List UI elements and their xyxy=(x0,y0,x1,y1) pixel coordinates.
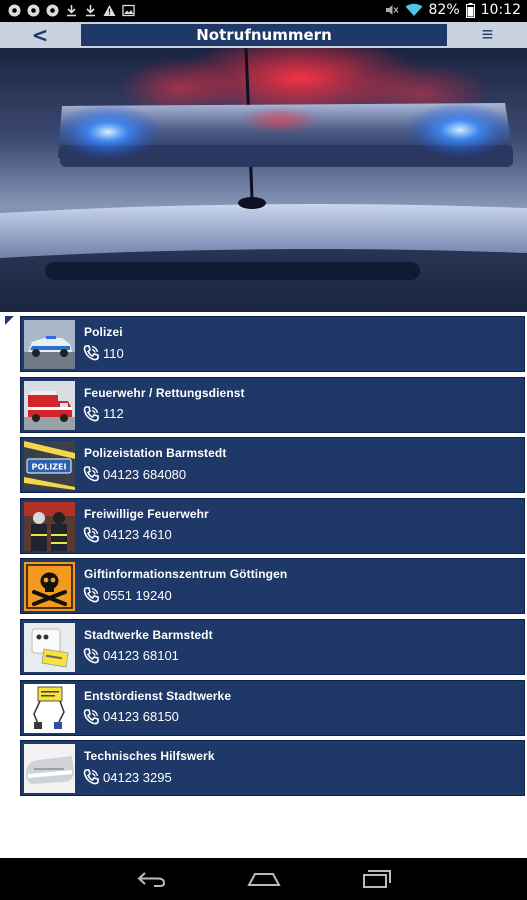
list-item-feuerwehr-rettungsdienst[interactable]: Feuerwehr / Rettungsdienst 112 xyxy=(20,376,525,433)
contact-phone: 04123 4610 xyxy=(81,524,172,546)
contact-number: 112 xyxy=(103,406,124,422)
nav-home-button[interactable] xyxy=(244,868,284,890)
contact-name: Polizeistation Barmstedt xyxy=(84,446,227,461)
nav-recents-button[interactable] xyxy=(356,868,396,890)
nav-back-button[interactable] xyxy=(132,868,172,890)
list-item-polizeistation-barmstedt[interactable]: POLIZEI Polizeistation Barmstedt 04123 6… xyxy=(20,437,525,494)
police-light-bar-photo xyxy=(0,48,527,312)
contact-name: Freiwillige Feuerwehr xyxy=(84,506,209,521)
phone-icon xyxy=(83,769,99,785)
title-bar: Notrufnummern xyxy=(81,24,447,46)
download-icon xyxy=(86,5,95,17)
list-item-stadtwerke-barmstedt[interactable]: Stadtwerke Barmstedt 04123 68101 xyxy=(20,618,525,675)
emergency-contact-list: Polizei 110 Feuerwehr / Rettungsdienst 1… xyxy=(20,316,525,801)
contact-name: Entstördienst Stadtwerke xyxy=(84,688,232,703)
hero-image-police-lights xyxy=(0,48,527,312)
back-button[interactable]: < xyxy=(0,22,80,48)
power-plugs-thumbnail xyxy=(24,683,75,733)
phone-icon xyxy=(83,648,99,664)
phone-icon xyxy=(83,345,99,361)
home-icon xyxy=(247,873,281,886)
warning-icon xyxy=(103,5,116,16)
phone-icon xyxy=(83,708,99,724)
notification-icons xyxy=(8,4,135,17)
battery-percent: 82% xyxy=(428,2,460,18)
fire-truck-thumbnail xyxy=(24,380,75,430)
phone-icon xyxy=(83,405,99,421)
contact-name: Feuerwehr / Rettungsdienst xyxy=(84,385,245,400)
image-icon xyxy=(122,4,135,17)
contact-name: Technisches Hilfswerk xyxy=(84,749,215,764)
police-car-thumbnail xyxy=(24,320,75,369)
chrome-icon xyxy=(46,4,59,17)
list-item-freiwillige-feuerwehr[interactable]: Freiwillige Feuerwehr 04123 4610 xyxy=(20,497,525,554)
firefighters-thumbnail xyxy=(24,501,75,551)
contact-number: 04123 684080 xyxy=(103,466,187,482)
list-item-entstoerdienst-stadtwerke[interactable]: Entstördienst Stadtwerke 04123 68150 xyxy=(20,679,525,736)
chrome-icon xyxy=(8,4,21,17)
phone-icon xyxy=(83,526,99,543)
power-meter-thumbnail xyxy=(24,622,75,672)
system-indicators: 82% 10:12 xyxy=(385,2,521,18)
contact-phone: 04123 68150 xyxy=(81,706,179,728)
clock: 10:12 xyxy=(480,2,521,18)
status-bar: 82% 10:12 xyxy=(0,0,527,22)
hamburger-menu-icon: ≡ xyxy=(481,23,494,46)
app-header: < Notrufnummern ≡ xyxy=(0,22,527,48)
list-item-giftinformationszentrum[interactable]: Giftinformationszentrum Göttingen 0551 1… xyxy=(20,558,525,615)
recents-icon xyxy=(363,870,391,888)
wifi-icon xyxy=(405,3,423,16)
page-title: Notrufnummern xyxy=(196,26,332,44)
contact-name: Polizei xyxy=(84,325,123,339)
contact-number: 04123 4610 xyxy=(103,527,172,543)
contact-number: 0551 19240 xyxy=(103,587,172,603)
poison-skull-thumbnail xyxy=(24,562,75,612)
contact-number: 04123 68150 xyxy=(103,709,179,725)
contact-phone: 04123 68101 xyxy=(81,645,179,667)
back-arrow-icon xyxy=(137,872,166,887)
contact-name: Stadtwerke Barmstedt xyxy=(84,627,213,642)
chrome-icon xyxy=(27,4,40,17)
contact-number: 110 xyxy=(103,345,124,361)
download-icon xyxy=(67,5,76,17)
contact-number: 04123 68101 xyxy=(103,648,179,664)
contact-phone: 04123 3295 xyxy=(81,766,172,788)
battery-icon xyxy=(465,2,475,18)
phone-icon xyxy=(83,587,99,603)
phone-icon xyxy=(83,466,99,482)
contact-phone: 112 xyxy=(81,403,124,425)
menu-button[interactable]: ≡ xyxy=(448,22,527,48)
polizei-sign-thumbnail: POLIZEI xyxy=(24,441,75,491)
contact-phone: 0551 19240 xyxy=(81,584,172,606)
list-item-technisches-hilfswerk[interactable]: Technisches Hilfswerk 04123 3295 xyxy=(20,740,525,797)
contact-phone: 110 xyxy=(81,342,124,364)
thw-thumbnail xyxy=(24,744,75,794)
system-navigation-bar xyxy=(0,858,527,900)
contact-name: Giftinformationszentrum Göttingen xyxy=(84,567,288,582)
list-item-polizei[interactable]: Polizei 110 xyxy=(20,316,525,372)
list-corner-marker xyxy=(5,316,14,325)
back-arrow-icon: < xyxy=(31,23,49,47)
contact-phone: 04123 684080 xyxy=(81,463,186,485)
contact-number: 04123 3295 xyxy=(103,769,172,785)
svg-text:POLIZEI: POLIZEI xyxy=(32,463,67,472)
mute-icon xyxy=(385,5,399,15)
